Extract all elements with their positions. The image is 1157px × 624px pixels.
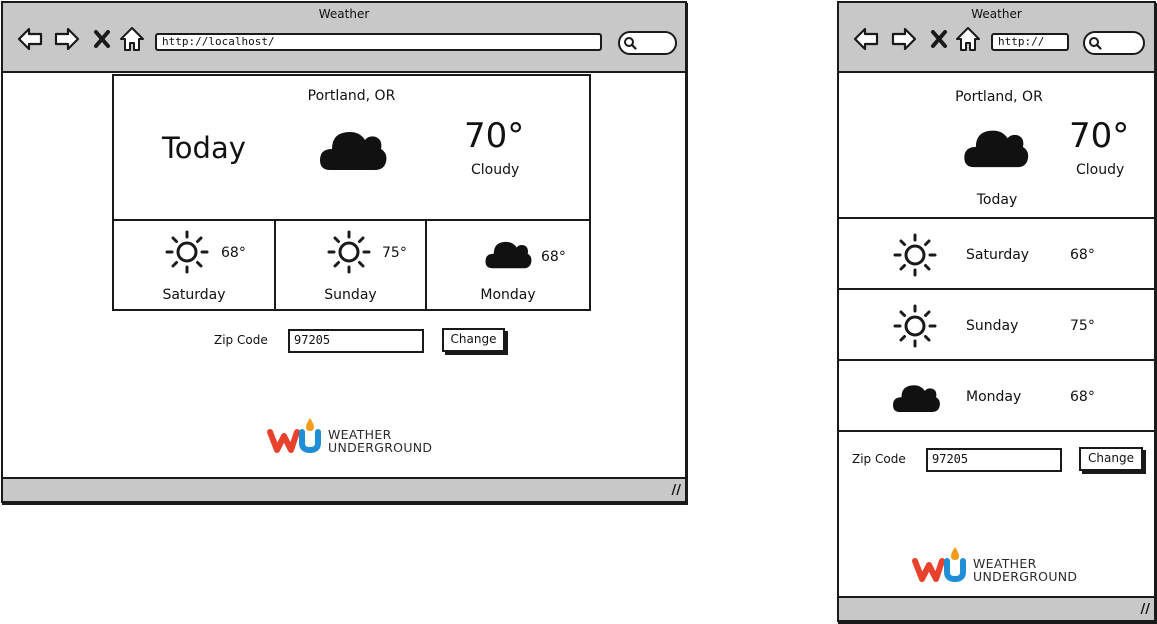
logo-line2: UNDERGROUND [328, 440, 433, 455]
back-arrow-icon[interactable] [16, 25, 44, 53]
change-button[interactable]: Change [442, 328, 505, 352]
forecast-temp: 68° [1070, 389, 1095, 405]
forecast-temp: 75° [382, 245, 407, 261]
today-label: Today [976, 192, 1018, 208]
mobile-browser-window: Weather http:// Portland, OR 70° Cloudy … [837, 1, 1156, 622]
forecast-card-saturday: 68° Saturday [112, 219, 276, 311]
search-icon [624, 37, 637, 50]
desktop-browser-window: Weather http://localhost/ Portland, OR T… [1, 1, 687, 503]
zip-code-input[interactable]: 97205 [926, 448, 1062, 472]
cloud-icon [485, 241, 532, 269]
forecast-temp: 68° [221, 245, 246, 261]
forecast-day: Monday [480, 287, 536, 303]
zip-code-label: Zip Code [852, 452, 906, 466]
forecast-temp: 75° [1070, 318, 1095, 334]
search-icon [1089, 37, 1102, 50]
zip-code-label: Zip Code [214, 333, 268, 347]
city-name: Portland, OR [307, 88, 396, 104]
zip-code-input[interactable]: 97205 [288, 329, 424, 353]
forecast-temp: 68° [541, 249, 566, 265]
forward-arrow-icon[interactable] [53, 25, 81, 53]
forecast-temp: 68° [1070, 247, 1095, 263]
cloud-icon [893, 385, 940, 413]
window-title: Weather [971, 7, 1022, 21]
sun-icon [165, 230, 209, 274]
sun-icon [327, 230, 371, 274]
wu-logo-mark [912, 547, 966, 583]
address-bar[interactable]: http:// [991, 33, 1069, 51]
today-temp: 70° [1069, 116, 1130, 156]
forecast-row-monday: Monday 68° [837, 359, 1156, 432]
forecast-day: Monday [966, 389, 1022, 405]
cloud-icon [320, 132, 387, 170]
forecast-card-monday: 68° Monday [425, 219, 591, 311]
resize-grip-icon[interactable]: // [1141, 602, 1151, 617]
search-box[interactable] [1083, 31, 1145, 55]
status-bar: // [3, 477, 685, 501]
today-temp: 70° [464, 116, 525, 156]
forward-arrow-icon[interactable] [890, 25, 918, 53]
forecast-card-sunday: 75° Sunday [274, 219, 427, 311]
home-icon[interactable] [118, 25, 146, 53]
address-bar[interactable]: http://localhost/ [155, 33, 602, 51]
home-icon[interactable] [954, 25, 982, 53]
sun-icon [893, 304, 937, 348]
cloud-icon [964, 130, 1029, 168]
wu-logo-mark [267, 418, 321, 454]
status-bar: // [839, 596, 1154, 620]
stop-x-icon[interactable] [928, 25, 950, 53]
sun-icon [893, 233, 937, 277]
logo-line2: UNDERGROUND [973, 569, 1078, 584]
today-panel: Portland, OR Today 70° Cloudy [112, 74, 591, 221]
forecast-day: Saturday [966, 247, 1030, 263]
browser-toolbar: Weather http:// [839, 3, 1154, 73]
change-button[interactable]: Change [1079, 447, 1143, 471]
today-condition: Cloudy [471, 162, 520, 178]
city-name: Portland, OR [955, 89, 1043, 105]
search-box[interactable] [618, 31, 677, 55]
stop-x-icon[interactable] [91, 25, 113, 53]
forecast-day: Saturday [162, 287, 226, 303]
window-title: Weather [318, 7, 370, 21]
forecast-day: Sunday [966, 318, 1019, 334]
forecast-row-sunday: Sunday 75° [837, 288, 1156, 361]
forecast-row-saturday: Saturday 68° [837, 217, 1156, 290]
today-label: Today [162, 131, 246, 165]
browser-toolbar: Weather http://localhost/ [3, 3, 685, 73]
back-arrow-icon[interactable] [852, 25, 880, 53]
resize-grip-icon[interactable]: // [672, 483, 682, 498]
today-condition: Cloudy [1076, 162, 1125, 178]
forecast-day: Sunday [324, 287, 377, 303]
